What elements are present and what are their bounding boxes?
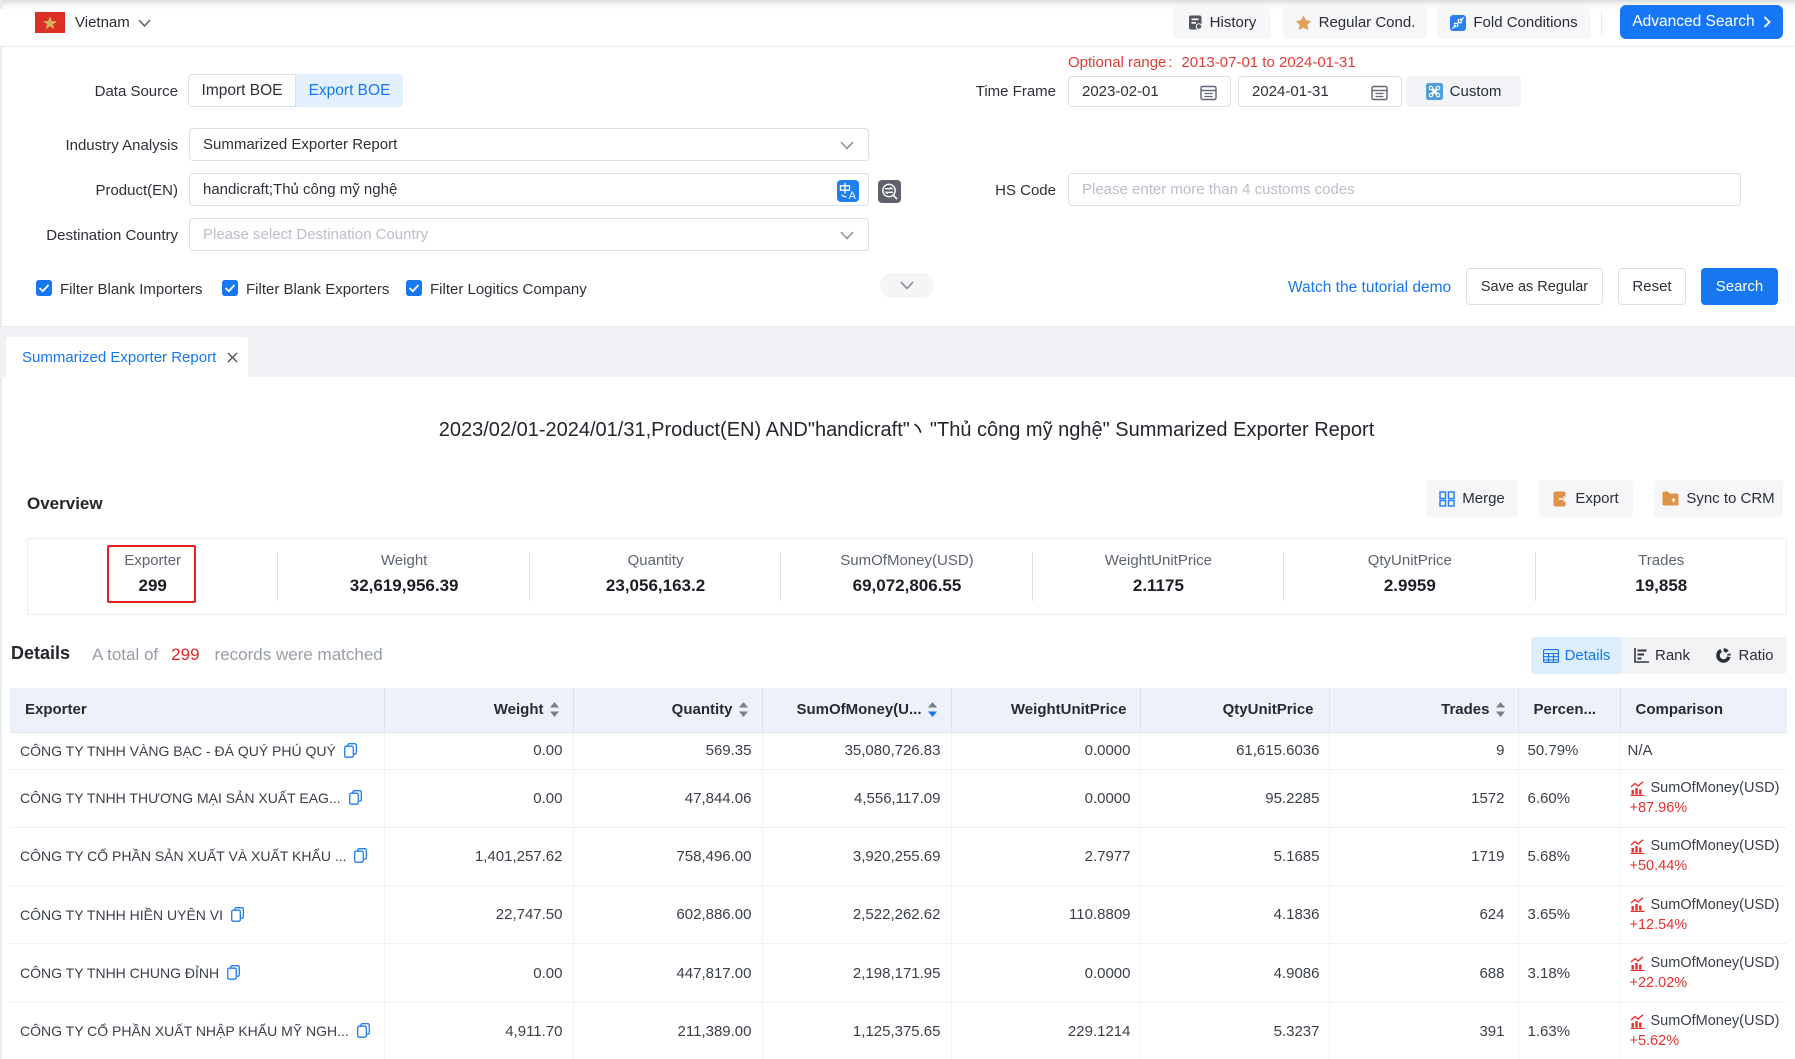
svg-text:A: A: [849, 190, 857, 202]
